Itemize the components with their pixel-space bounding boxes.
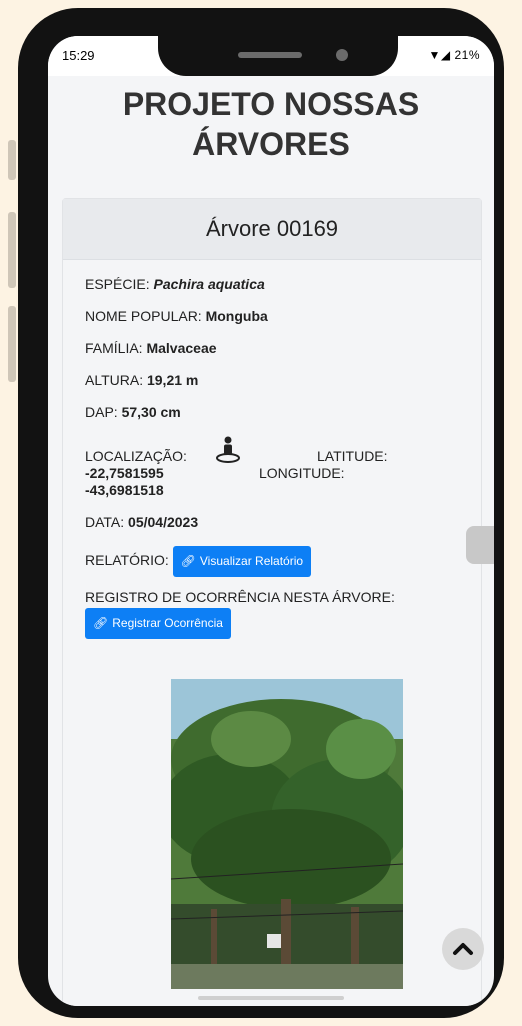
front-camera: [336, 49, 348, 61]
person-pin-icon[interactable]: [215, 436, 241, 467]
longitude-value: -43,6981518: [85, 482, 164, 498]
familia-value: Malvaceae: [146, 340, 217, 356]
dap-value: 57,30 cm: [121, 404, 181, 420]
especie-label: ESPÉCIE:: [85, 276, 150, 292]
phone-frame: 15:29 ▼◢ 21% PROJETO NOSSAS ÁRVORES Árvo…: [18, 8, 504, 1018]
status-time: 15:29: [62, 48, 95, 63]
registro-label: REGISTRO DE OCORRÊNCIA NESTA ÁRVORE:: [85, 589, 395, 605]
localizacao-label: LOCALIZAÇÃO:: [85, 448, 187, 464]
phone-side-button: [8, 140, 16, 180]
altura-label: ALTURA:: [85, 372, 144, 388]
home-indicator: [198, 996, 344, 1000]
view-report-label: Visualizar Relatório: [199, 554, 304, 568]
tree-id: Árvore 00169: [205, 216, 339, 241]
status-bar: 15:29 ▼◢ 21%: [48, 36, 494, 76]
phone-side-button: [8, 306, 16, 382]
register-occurrence-label: Registrar Ocorrência: [112, 616, 223, 630]
localizacao-row: LOCALIZAÇÃO: LATITUDE: -22,7581595 LONGI…: [85, 436, 459, 504]
link-icon: 🔗︎: [93, 616, 109, 630]
tree-photo[interactable]: [171, 679, 403, 989]
registro-row: REGISTRO DE OCORRÊNCIA NESTA ÁRVORE: 🔗︎ R…: [85, 589, 459, 639]
familia-row: FAMÍLIA: Malvaceae: [85, 340, 459, 357]
especie-value: Pachira aquatica: [153, 276, 265, 292]
altura-row: ALTURA: 19,21 m: [85, 372, 459, 389]
page-title: PROJETO NOSSAS ÁRVORES: [48, 84, 494, 164]
phone-side-button: [8, 212, 16, 288]
status-indicators: ▼◢ 21%: [428, 48, 480, 62]
page-title-text: PROJETO NOSSAS ÁRVORES: [122, 86, 420, 162]
data-row: DATA: 05/04/2023: [85, 514, 459, 531]
especie-row: ESPÉCIE: Pachira aquatica: [85, 276, 459, 293]
scroll-handle[interactable]: [466, 526, 494, 564]
altura-value: 19,21 m: [146, 372, 199, 388]
nome-popular-value: Monguba: [205, 308, 268, 324]
phone-screen: 15:29 ▼◢ 21% PROJETO NOSSAS ÁRVORES Árvo…: [48, 36, 494, 1006]
register-occurrence-button[interactable]: 🔗︎ Registrar Ocorrência: [85, 608, 231, 639]
camera-notch: [158, 36, 398, 76]
link-icon: 🔗︎: [180, 554, 196, 568]
nome-popular-row: NOME POPULAR: Monguba: [85, 308, 459, 325]
chevron-up-icon: [453, 943, 473, 955]
relatorio-row: RELATÓRIO: 🔗︎ Visualizar Relatório: [85, 546, 459, 577]
nome-popular-label: NOME POPULAR:: [85, 308, 202, 324]
dap-label: DAP:: [85, 404, 118, 420]
speaker-grille: [238, 52, 302, 58]
latitude-label: LATITUDE:: [317, 448, 388, 464]
familia-label: FAMÍLIA:: [85, 340, 143, 356]
tree-card: Árvore 00169 ESPÉCIE: Pachira aquatica N…: [62, 198, 482, 1006]
card-body: ESPÉCIE: Pachira aquatica NOME POPULAR: …: [63, 260, 481, 639]
latitude-value: -22,7581595: [85, 465, 164, 481]
view-report-button[interactable]: 🔗︎ Visualizar Relatório: [172, 546, 312, 577]
back-to-top-button[interactable]: [442, 928, 484, 970]
data-value: 05/04/2023: [128, 514, 199, 530]
data-label: DATA:: [85, 514, 125, 530]
longitude-label: LONGITUDE:: [259, 465, 345, 481]
dap-row: DAP: 57,30 cm: [85, 404, 459, 421]
card-header: Árvore 00169: [63, 199, 481, 260]
relatorio-label: RELATÓRIO:: [85, 552, 169, 569]
